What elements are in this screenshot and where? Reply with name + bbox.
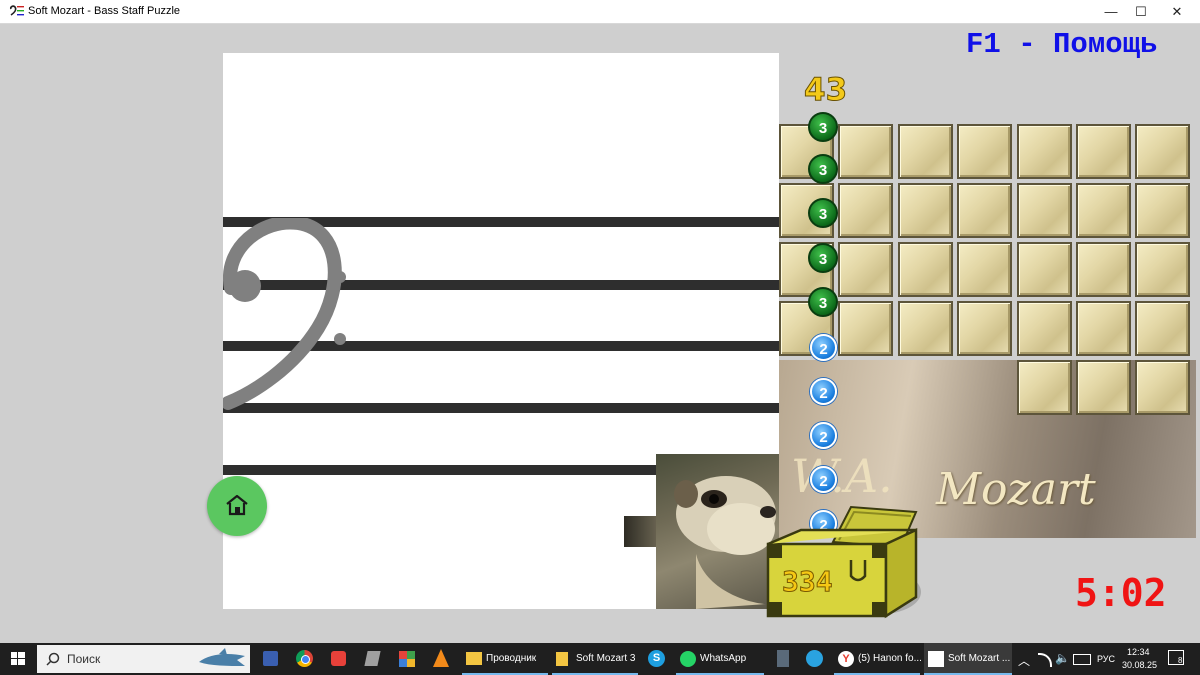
anydesk-icon[interactable] [326, 643, 352, 675]
soft-mozart-clef-icon [10, 5, 24, 16]
green-token[interactable]: 3 [808, 154, 838, 184]
tray-expand-icon[interactable]: ︿ [1018, 652, 1030, 669]
bass-clef-icon [223, 218, 346, 410]
skype-icon[interactable]: S [644, 643, 670, 675]
chrome-icon[interactable] [292, 643, 318, 675]
puzzle-tile[interactable] [1135, 360, 1190, 415]
taskbar-item-label: WhatsApp [700, 653, 747, 664]
taskbar-item-label: Soft Mozart ... [948, 653, 1011, 664]
home-icon [226, 494, 248, 516]
installer-app-icon[interactable] [394, 643, 420, 675]
soft-mozart-icon [928, 651, 944, 667]
puzzle-tile[interactable] [1076, 124, 1131, 179]
taskbar-item-label: Проводник [486, 653, 537, 664]
wifi-icon[interactable] [1038, 653, 1052, 667]
puzzle-tile[interactable] [957, 242, 1012, 297]
notifications-icon[interactable]: 8 [1168, 650, 1184, 665]
puzzle-tile[interactable] [838, 124, 893, 179]
yandex-browser-icon: Y [838, 651, 854, 667]
puzzle-tile[interactable] [898, 242, 953, 297]
clock-time[interactable]: 12:34 [1127, 647, 1150, 657]
blue-token[interactable]: 2 [810, 378, 837, 405]
game-area: F1 - Помощь W.A. Mozart 43 3 3 3 3 3 2 2… [6, 24, 1196, 640]
save-app-icon[interactable] [258, 643, 284, 675]
puzzle-tile[interactable] [1135, 124, 1190, 179]
blue-token[interactable]: 2 [810, 422, 837, 449]
puzzle-tile[interactable] [898, 124, 953, 179]
remaining-counter: 43 [803, 72, 848, 109]
help-hint: F1 - Помощь [966, 28, 1158, 61]
search-icon [46, 652, 60, 666]
green-token[interactable]: 3 [808, 287, 838, 317]
maximize-button[interactable]: ☐ [1124, 0, 1158, 23]
puzzle-tile[interactable] [838, 301, 893, 356]
close-button[interactable]: ✕ [1160, 0, 1194, 23]
chest-score: 334 [782, 565, 834, 599]
puzzle-tile[interactable] [1135, 301, 1190, 356]
blue-token[interactable]: 2 [810, 466, 837, 493]
puzzle-tile[interactable] [1076, 242, 1131, 297]
taskbar-item-whatsapp[interactable]: WhatsApp [676, 643, 764, 675]
folder-icon [466, 652, 482, 665]
mozart-initials: W.A. [791, 449, 893, 503]
notifications-count: 8 [1178, 656, 1183, 665]
puzzle-tile[interactable] [957, 124, 1012, 179]
calculator-icon[interactable] [770, 643, 796, 675]
puzzle-tile[interactable] [1017, 360, 1072, 415]
puzzle-tile[interactable] [1017, 124, 1072, 179]
puzzle-tile[interactable] [838, 183, 893, 238]
search-placeholder: Поиск [67, 652, 101, 666]
puzzle-tile[interactable] [1017, 242, 1072, 297]
minimize-button[interactable]: — [1094, 0, 1128, 23]
taskbar-item-label: (5) Hanon fo... [858, 653, 922, 664]
countdown-timer: 5:02 [1075, 571, 1167, 615]
puzzle-tile[interactable] [838, 242, 893, 297]
puzzle-piece[interactable] [624, 516, 658, 547]
window-title-bar[interactable]: Soft Mozart - Bass Staff Puzzle — ☐ ✕ [0, 0, 1200, 24]
shark-decoration-icon [199, 648, 245, 666]
keyboard-icon[interactable] [1073, 654, 1091, 665]
volume-icon[interactable]: 🔈 [1055, 651, 1070, 665]
mozart-signature: Mozart [936, 464, 1096, 515]
telegram-icon[interactable] [802, 643, 828, 675]
puzzle-tile[interactable] [1135, 183, 1190, 238]
folder-icon [556, 652, 568, 666]
taskbar-item-label: Soft Mozart 3 [576, 653, 636, 664]
puzzle-tile[interactable] [1017, 301, 1072, 356]
taskbar-item-softmozart-game[interactable]: Soft Mozart ... [924, 643, 1012, 675]
puzzle-tile[interactable] [957, 183, 1012, 238]
windows-start-icon[interactable] [0, 643, 36, 675]
green-token[interactable]: 3 [808, 198, 838, 228]
puzzle-tile[interactable] [957, 301, 1012, 356]
puzzle-tile[interactable] [898, 301, 953, 356]
puzzle-tile[interactable] [1135, 242, 1190, 297]
puzzle-tile[interactable] [1076, 183, 1131, 238]
whatsapp-icon [680, 651, 696, 667]
clock-date[interactable]: 30.08.25 [1122, 660, 1157, 670]
taskbar-item-yandex-browser[interactable]: Y (5) Hanon fo... [834, 643, 922, 675]
vlc-icon[interactable] [428, 643, 454, 675]
puzzle-tile[interactable] [1017, 183, 1072, 238]
window-title: Soft Mozart - Bass Staff Puzzle [28, 5, 181, 17]
taskbar-item-softmozart-folder[interactable]: Soft Mozart 3 [552, 643, 638, 675]
taskbar-search-box[interactable]: Поиск [37, 645, 250, 673]
blue-token[interactable]: 2 [810, 334, 837, 361]
tools-app-icon[interactable] [360, 643, 386, 675]
windows-taskbar: Поиск Проводник Soft Mozart 3 S WhatsApp… [0, 643, 1200, 675]
puzzle-tile[interactable] [1076, 301, 1131, 356]
puzzle-tile[interactable] [898, 183, 953, 238]
puzzle-tile[interactable] [1076, 360, 1131, 415]
treasure-chest-icon[interactable] [761, 502, 926, 622]
green-token[interactable]: 3 [808, 112, 838, 142]
language-indicator[interactable]: РУС [1097, 654, 1115, 664]
taskbar-item-explorer[interactable]: Проводник [462, 643, 548, 675]
green-token[interactable]: 3 [808, 243, 838, 273]
home-button[interactable] [207, 476, 267, 536]
